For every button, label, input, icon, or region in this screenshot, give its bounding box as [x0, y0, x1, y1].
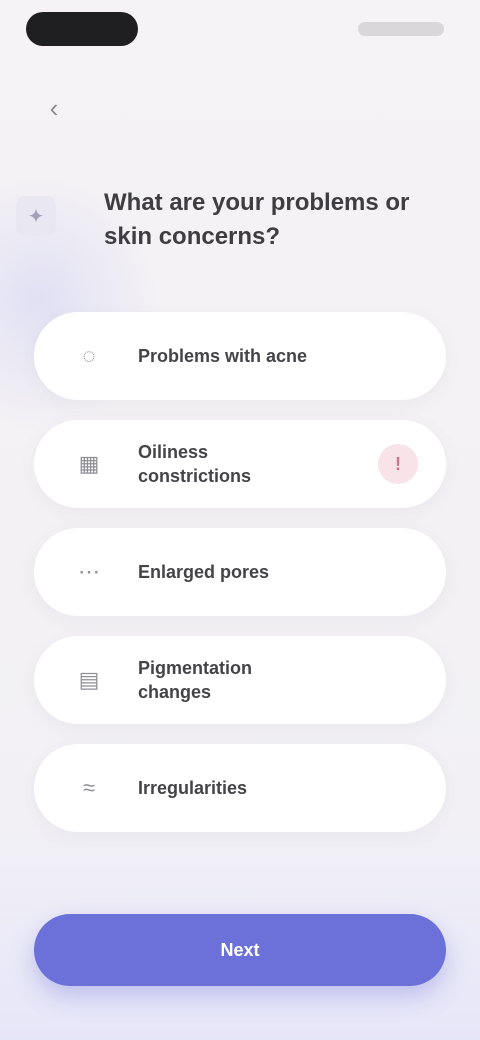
grid-icon: ▦: [78, 451, 100, 476]
sparkle-icon: ✦: [16, 196, 56, 236]
option-label: Problems with acne: [138, 346, 308, 366]
drop-icon: ◌: [82, 343, 96, 368]
option-irregularities[interactable]: ≈ Irregularities: [34, 744, 446, 832]
circle-dots-icon: ⋯: [78, 559, 100, 584]
status-time-pill: [26, 12, 138, 46]
option-label: Pigmentation changes: [138, 658, 253, 702]
wave-icon: ≈: [82, 775, 96, 800]
page-title: What are your problems or skin concerns?: [104, 189, 410, 250]
next-button[interactable]: Next: [34, 914, 446, 986]
option-label: Enlarged pores: [138, 562, 270, 582]
status-indicators: [358, 22, 444, 36]
status-bar: [0, 0, 480, 64]
chevron-left-icon: ‹: [49, 93, 59, 123]
screen: ‹ ✦ What are your problems or skin conce…: [0, 0, 480, 1040]
option-oiliness[interactable]: ▦ Oiliness constrictions !: [34, 420, 446, 508]
concern-options-list: ◌ Problems with acne ▦ Oiliness constric…: [34, 312, 446, 832]
option-label: Irregularities: [138, 778, 248, 798]
option-pigmentation[interactable]: ▤ Pigmentation changes: [34, 636, 446, 724]
alert-badge: !: [378, 444, 418, 484]
option-pores[interactable]: ⋯ Enlarged pores: [34, 528, 446, 616]
option-label: Oiliness constrictions: [138, 442, 252, 486]
header-icon-glyph: ✦: [27, 205, 45, 228]
option-acne[interactable]: ◌ Problems with acne: [34, 312, 446, 400]
layers-icon: ▤: [78, 667, 100, 692]
back-button[interactable]: ‹: [38, 92, 70, 124]
